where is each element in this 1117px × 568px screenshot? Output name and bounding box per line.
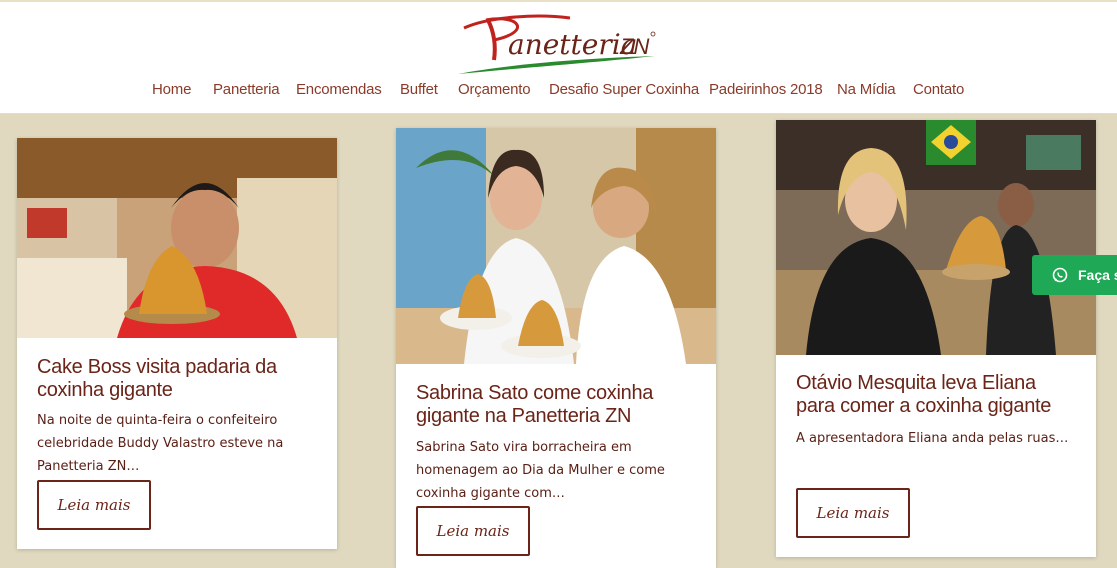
- post-image-eliana[interactable]: [776, 120, 1096, 355]
- read-more-button[interactable]: Leia mais: [37, 480, 151, 530]
- post-card-eliana: Otávio Mesquita leva Eliana para comer a…: [776, 120, 1096, 557]
- svg-text:ZN: ZN: [619, 34, 649, 59]
- post-title[interactable]: Sabrina Sato come coxinha gigante na Pan…: [416, 382, 696, 428]
- nav-padeirinhos-2018[interactable]: Padeirinhos 2018: [709, 81, 823, 98]
- post-title[interactable]: Otávio Mesquita leva Eliana para comer a…: [796, 372, 1076, 418]
- post-excerpt: A apresentadora Eliana anda pelas ruas…: [796, 431, 1069, 446]
- read-more-button[interactable]: Leia mais: [416, 506, 530, 556]
- nav-contato[interactable]: Contato: [913, 81, 964, 98]
- post-image-sabrina-sato[interactable]: [396, 128, 716, 364]
- nav-desafio-super-coxinha[interactable]: Desafio Super Coxinha: [549, 81, 699, 98]
- post-card-cake-boss: Cake Boss visita padaria da coxinha giga…: [17, 138, 337, 549]
- post-excerpt: Na noite de quinta-feira o confeiteiro c…: [37, 413, 284, 474]
- site-logo[interactable]: anetteria ZN: [450, 6, 665, 78]
- post-excerpt: Sabrina Sato vira borracheira em homenag…: [416, 440, 665, 501]
- whatsapp-icon: [1052, 267, 1068, 283]
- nav-home[interactable]: Home: [152, 81, 191, 98]
- main-nav: Home Panetteria Encomendas Buffet Orçame…: [0, 81, 1117, 105]
- logo-graphic: anetteria ZN: [458, 14, 656, 74]
- nav-panetteria[interactable]: Panetteria: [213, 81, 280, 98]
- post-card-sabrina-sato: Sabrina Sato come coxinha gigante na Pan…: [396, 128, 716, 568]
- nav-encomendas[interactable]: Encomendas: [296, 81, 382, 98]
- nav-na-midia[interactable]: Na Mídia: [837, 81, 896, 98]
- whatsapp-label: Faça s: [1078, 267, 1117, 283]
- site-header: anetteria ZN Home Panetteria Encomendas …: [0, 2, 1117, 114]
- nav-buffet[interactable]: Buffet: [400, 81, 438, 98]
- nav-orcamento[interactable]: Orçamento: [458, 81, 531, 98]
- whatsapp-button[interactable]: Faça s: [1032, 255, 1117, 295]
- read-more-button[interactable]: Leia mais: [796, 488, 910, 538]
- post-image-cake-boss[interactable]: [17, 138, 337, 338]
- svg-text:anetteria: anetteria: [508, 28, 637, 61]
- post-title[interactable]: Cake Boss visita padaria da coxinha giga…: [37, 356, 317, 402]
